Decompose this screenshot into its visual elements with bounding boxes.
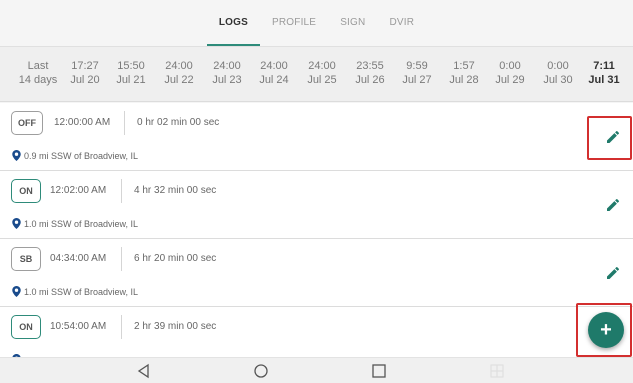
log-start-time: 04:34:00 AM	[50, 253, 107, 264]
day-jul-30[interactable]: 0:00 Jul 30	[534, 59, 582, 87]
log-location: 1.0 mi SSW of Broadview, IL	[12, 286, 138, 297]
divider	[121, 179, 122, 203]
status-badge-on: ON	[11, 315, 41, 339]
status-badge-on: ON	[11, 179, 41, 203]
log-duration: 6 hr 20 min 00 sec	[134, 253, 217, 264]
tab-dvir[interactable]: DVIR	[377, 0, 426, 46]
day-last-14[interactable]: Last 14 days	[14, 59, 62, 87]
day-jul-26[interactable]: 23:55 Jul 26	[346, 59, 394, 87]
log-row[interactable]: OFF 12:00:00 AM 0 hr 02 min 00 sec 0.9 m…	[0, 103, 633, 171]
log-location: 1.0 mi SSW of Broadview, IL	[12, 218, 138, 229]
location-pin-icon	[12, 218, 21, 229]
system-nav-bar	[0, 357, 633, 383]
day-jul-28[interactable]: 1:57 Jul 28	[440, 59, 488, 87]
day-jul-29[interactable]: 0:00 Jul 29	[486, 59, 534, 87]
day-jul-20[interactable]: 17:27 Jul 20	[61, 59, 109, 87]
location-pin-icon	[12, 286, 21, 297]
recents-icon[interactable]	[370, 363, 388, 379]
keyboard-icon[interactable]	[488, 363, 506, 379]
divider	[121, 315, 122, 339]
log-duration: 0 hr 02 min 00 sec	[137, 117, 220, 128]
day-jul-24[interactable]: 24:00 Jul 24	[250, 59, 298, 87]
log-list: OFF 12:00:00 AM 0 hr 02 min 00 sec 0.9 m…	[0, 103, 633, 357]
tab-logs[interactable]: LOGS	[206, 0, 261, 46]
day-jul-23[interactable]: 24:00 Jul 23	[203, 59, 251, 87]
log-start-time: 12:00:00 AM	[54, 117, 111, 128]
log-row[interactable]: ON 12:02:00 AM 4 hr 32 min 00 sec 1.0 mi…	[0, 171, 633, 239]
tab-bar: LOGS PROFILE SIGN DVIR	[0, 0, 633, 46]
day-jul-31[interactable]: 7:11 Jul 31	[580, 59, 628, 87]
status-badge-sb: SB	[11, 247, 41, 271]
log-duration: 2 hr 39 min 00 sec	[134, 321, 217, 332]
highlight-box-edit	[587, 116, 632, 160]
day-summary-strip: Last 14 days 17:27 Jul 20 15:50 Jul 21 24:0…	[0, 46, 633, 102]
edit-pencil-icon[interactable]	[606, 266, 620, 280]
location-pin-icon	[12, 150, 21, 161]
log-row[interactable]: ON 10:54:00 AM 2 hr 39 min 00 sec	[0, 307, 633, 357]
edit-pencil-icon[interactable]	[606, 198, 620, 212]
divider	[124, 111, 125, 135]
log-duration: 4 hr 32 min 00 sec	[134, 185, 217, 196]
day-jul-21[interactable]: 15:50 Jul 21	[107, 59, 155, 87]
log-location: 0.9 mi SSW of Broadview, IL	[12, 150, 138, 161]
tab-profile[interactable]: PROFILE	[260, 0, 328, 46]
log-start-time: 10:54:00 AM	[50, 321, 107, 332]
status-badge-off: OFF	[11, 111, 43, 135]
day-jul-27[interactable]: 9:59 Jul 27	[393, 59, 441, 87]
day-jul-22[interactable]: 24:00 Jul 22	[155, 59, 203, 87]
log-row[interactable]: SB 04:34:00 AM 6 hr 20 min 00 sec 1.0 mi…	[0, 239, 633, 307]
back-icon[interactable]	[135, 363, 153, 379]
home-icon[interactable]	[252, 363, 270, 379]
add-log-button[interactable]: +	[588, 312, 624, 348]
log-start-time: 12:02:00 AM	[50, 185, 107, 196]
tab-sign[interactable]: SIGN	[328, 0, 377, 46]
day-jul-25[interactable]: 24:00 Jul 25	[298, 59, 346, 87]
divider	[121, 247, 122, 271]
